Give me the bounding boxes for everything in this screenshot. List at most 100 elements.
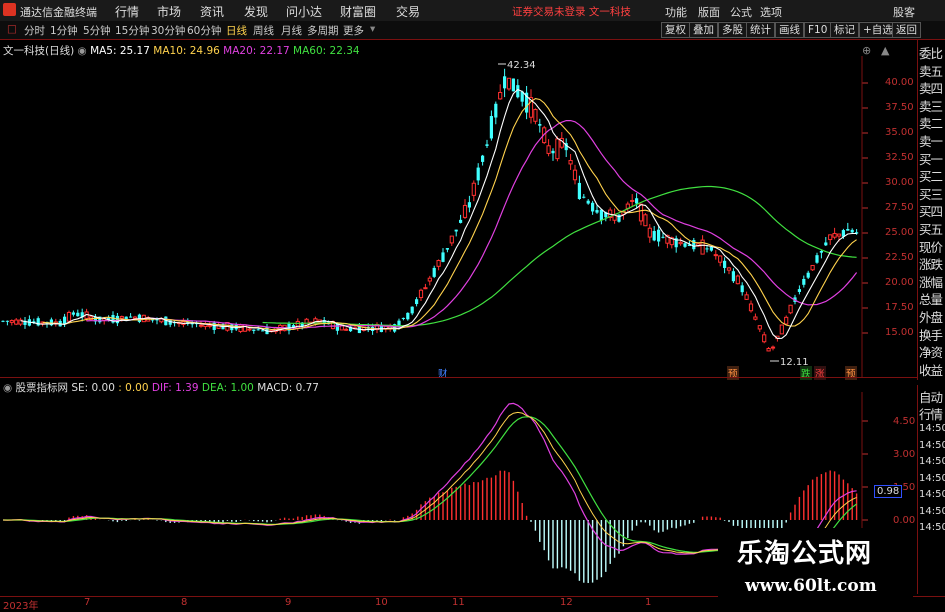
sidebar-label-12: 涨跌: [919, 257, 943, 273]
statistics-button[interactable]: 统计: [746, 22, 775, 38]
menu-function[interactable]: 功能: [665, 4, 687, 20]
candle-body: [766, 348, 771, 352]
sidebar-label-11: 现价: [919, 239, 943, 255]
candle-body: [748, 303, 754, 312]
candle-body: [427, 277, 432, 282]
watermark-title: 乐淘公式网: [737, 539, 873, 569]
candle-body: [423, 287, 428, 290]
sidebar-label-15: 外盘: [919, 310, 943, 325]
ytick-40: 40.00: [885, 77, 914, 88]
candle-body: [476, 167, 480, 181]
login-notice[interactable]: 证券交易未登录 文一科技: [512, 4, 631, 19]
candle-body: [71, 312, 75, 315]
candle-body: [441, 252, 445, 262]
sidebar-label-17: 净资: [919, 345, 943, 361]
candle-body: [617, 214, 621, 222]
candle-body: [295, 320, 300, 329]
tab-15min[interactable]: 15分钟: [115, 23, 149, 38]
ytick-27.5: 27.50: [885, 202, 914, 213]
sidebar-label-7: 买二: [919, 169, 943, 185]
menu-wealth[interactable]: 财富圈: [340, 3, 376, 20]
sidebar-label-3: 卖三: [919, 98, 943, 114]
macd-ytick-0: 0.00: [893, 515, 916, 526]
candle-body: [657, 229, 661, 242]
menu-options[interactable]: 选项: [760, 4, 782, 20]
xtick-7: 7: [84, 597, 91, 608]
menu-formula[interactable]: 公式: [730, 4, 752, 20]
tab-30min[interactable]: 30分钟: [151, 23, 185, 38]
candle-body: [836, 233, 842, 237]
ytick-30: 30.00: [885, 177, 914, 188]
candle-body: [661, 236, 665, 238]
tab-multi-period[interactable]: 多周期: [307, 23, 339, 38]
ytick-22.5: 22.50: [885, 252, 914, 263]
candle-body: [779, 324, 784, 335]
tab-monthly[interactable]: 月线: [281, 23, 302, 38]
menu-layout[interactable]: 版面: [698, 4, 720, 20]
tab-daily[interactable]: 日线: [226, 23, 247, 38]
ytick-37.5: 37.50: [885, 102, 914, 113]
candle-body: [577, 182, 581, 200]
candle-body: [132, 316, 138, 319]
candle-body: [252, 329, 256, 331]
tab-60min[interactable]: 60分钟: [187, 23, 221, 38]
restore-rights-button[interactable]: 复权: [661, 22, 690, 38]
mark-button[interactable]: 标记: [830, 22, 859, 38]
menu-market[interactable]: 市场: [157, 3, 181, 20]
candle-body: [406, 312, 410, 320]
draw-line-button[interactable]: 画线: [775, 22, 804, 38]
candle-body: [797, 289, 801, 292]
menu-guke[interactable]: 股客: [893, 4, 915, 20]
candle-body: [198, 324, 204, 327]
candle-body: [718, 255, 723, 263]
back-button[interactable]: 返回: [892, 22, 921, 38]
sidebar-label-16: 换手: [919, 327, 943, 343]
candle-body: [568, 159, 573, 165]
more-chevron-icon[interactable]: ▾: [370, 23, 375, 35]
f10-button[interactable]: F10: [804, 22, 832, 38]
toolbar-icon: □: [7, 23, 17, 35]
candle-body: [806, 272, 810, 278]
candle-body: [678, 241, 683, 245]
candle-body: [462, 204, 468, 218]
candle-body: [459, 219, 463, 223]
tab-5min[interactable]: 5分钟: [83, 23, 111, 38]
kline-chart[interactable]: 42.34 12.11: [0, 56, 917, 381]
candle-body: [471, 182, 476, 196]
candle-body: [582, 196, 586, 198]
candle-body: [586, 200, 590, 204]
tab-intraday[interactable]: 分时: [24, 23, 45, 38]
candle-body: [415, 299, 419, 305]
tab-weekly[interactable]: 周线: [253, 23, 274, 38]
candle-body: [9, 320, 14, 323]
candle-body: [630, 199, 635, 202]
sidebar-label-6: 买一: [919, 151, 943, 167]
xtick-10: 10: [375, 597, 388, 608]
candle-body: [503, 76, 507, 89]
title-bar: [0, 0, 945, 22]
candle-body: [709, 246, 713, 251]
menu-quotes[interactable]: 行情: [115, 3, 139, 20]
menu-news[interactable]: 资讯: [200, 3, 224, 20]
candle-body: [256, 329, 260, 331]
candle-body: [810, 264, 815, 271]
candle-body: [551, 150, 555, 154]
menu-trade[interactable]: 交易: [396, 3, 420, 20]
menu-discover[interactable]: 发现: [244, 3, 268, 20]
ma5-line: [20, 88, 857, 339]
app-logo-icon: [3, 3, 16, 16]
candle-body: [591, 202, 595, 212]
ytick-25: 25.00: [885, 227, 914, 238]
candle-body: [14, 319, 19, 325]
candle-body: [815, 255, 819, 263]
ytick-17.5: 17.50: [885, 302, 914, 313]
overlay-button[interactable]: 叠加: [689, 22, 718, 38]
tab-1min[interactable]: 1分钟: [50, 23, 78, 38]
multi-stock-button[interactable]: 多股: [718, 22, 747, 38]
candle-body: [652, 231, 656, 241]
candle-body: [788, 304, 793, 314]
candle-body: [66, 311, 72, 322]
tab-more[interactable]: 更多: [343, 23, 364, 38]
menu-ask[interactable]: 问小达: [286, 3, 322, 20]
xtick-9: 9: [285, 597, 292, 608]
